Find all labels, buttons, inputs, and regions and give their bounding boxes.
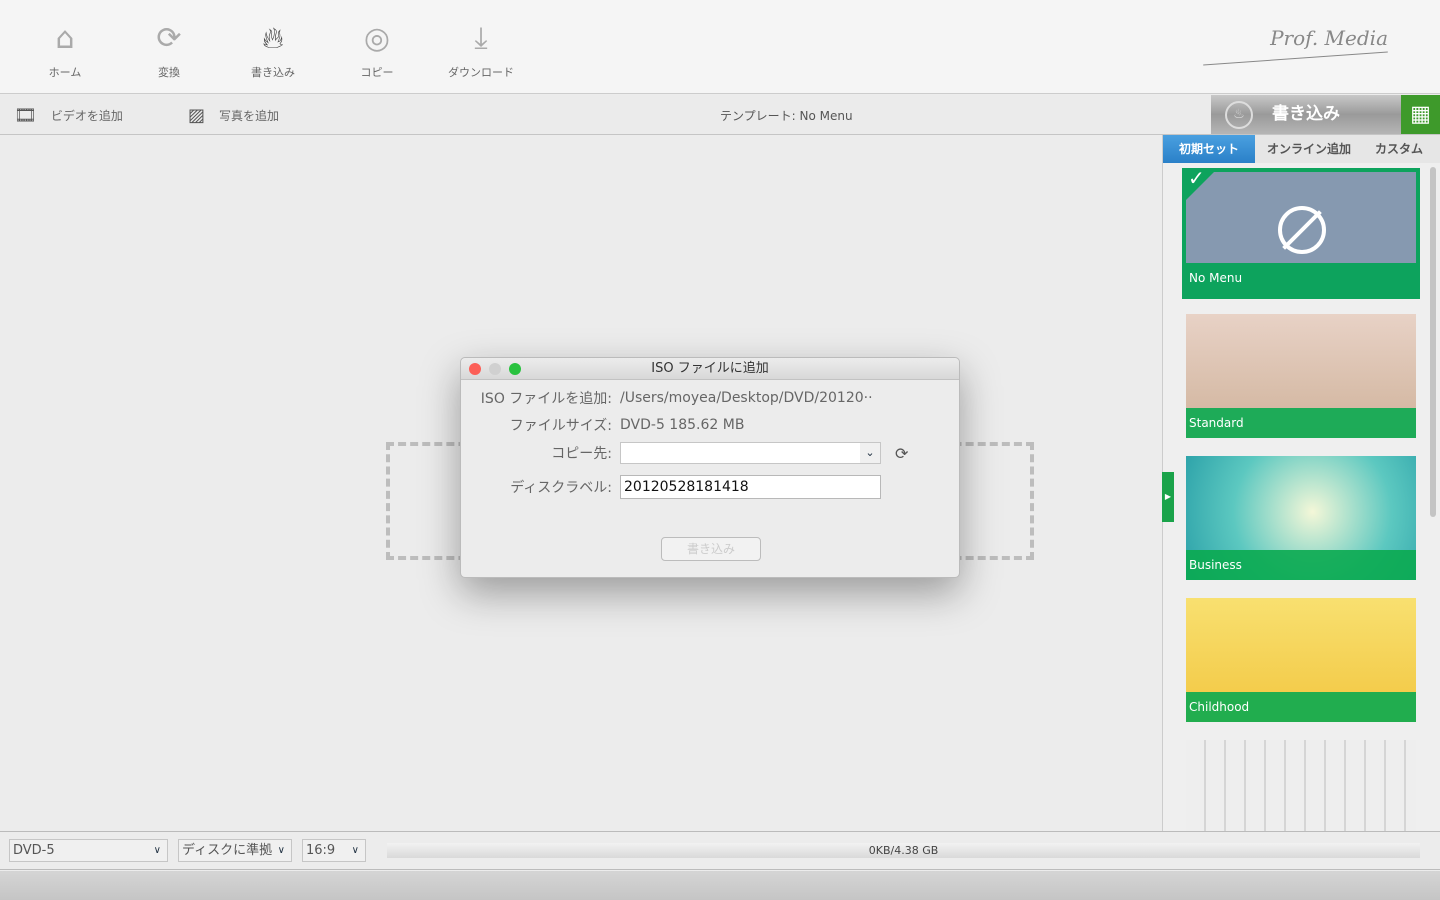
refresh-icon[interactable]: ⟳ (895, 444, 908, 463)
home-icon: ⌂ (55, 21, 75, 56)
chevron-down-icon: ∨ (153, 845, 161, 856)
toolbar-copy[interactable]: ◎ コピー (332, 20, 422, 80)
capacity-bar: 0KB/4.38 GB (387, 843, 1420, 858)
sidebar-toggle[interactable]: ▶ (1162, 472, 1174, 522)
grid-icon: ▦ (1410, 102, 1431, 127)
photo-add-icon: ▨ (188, 105, 206, 126)
aspect-select[interactable]: 16:9 ∨ (302, 839, 366, 862)
tab-custom[interactable]: カスタム (1363, 135, 1435, 163)
iso-label: ISO ファイルを追加: (480, 391, 612, 407)
dest-label: コピー先: (551, 446, 612, 462)
zoom-button[interactable] (509, 363, 521, 375)
toolbar-home[interactable]: ⌂ ホーム (20, 20, 110, 80)
template-standard[interactable]: Standard (1186, 314, 1416, 438)
dialog-title: ISO ファイルに追加 (651, 361, 769, 376)
disc-label-input[interactable]: 20120528181418 (620, 475, 881, 499)
burn-icon: 🔥︎ (261, 21, 285, 56)
logo: Prof. Media (1270, 26, 1388, 50)
disc-type-select[interactable]: DVD-5 ∨ (9, 839, 168, 862)
add-photo-button[interactable]: ▨ 写真を追加 (188, 105, 279, 126)
main-toolbar: ⌂ ホーム ⟳ 変換 🔥︎ 書き込み ◎ コピー ⤓ ダウンロード Prof. Media (0, 0, 1440, 94)
iso-dialog: ISO ファイルに追加 ISO ファイルを追加: /Users/moyea/Des… (460, 357, 960, 578)
window-footer (0, 871, 1440, 900)
close-button[interactable] (469, 363, 481, 375)
no-menu-icon (1278, 206, 1326, 254)
destination-select[interactable]: ⌄ (620, 442, 881, 464)
toolbar-burn[interactable]: 🔥︎ 書き込み (228, 20, 318, 80)
template-wood[interactable] (1186, 740, 1416, 831)
disc-label: ディスクラベル: (510, 480, 612, 496)
template-no-menu[interactable]: ✓ No Menu (1182, 168, 1420, 299)
toolbar-convert[interactable]: ⟳ 変換 (124, 20, 214, 80)
flame-icon: ♨ (1225, 101, 1253, 129)
bottom-bar: DVD-5 ∨ ディスクに準拠 ∨ 16:9 ∨ 0KB/4.38 GB (0, 831, 1440, 870)
dialog-titlebar: ISO ファイルに追加 (461, 358, 959, 380)
dialog-burn-button[interactable]: 書き込み (661, 537, 761, 561)
chevron-down-icon: ⌄ (860, 443, 880, 463)
tab-online[interactable]: オンライン追加 (1255, 135, 1363, 163)
copy-icon: ◎ (363, 21, 391, 56)
template-label: テンプレート: No Menu (720, 109, 853, 123)
film-add-icon: 🎞︎ (14, 105, 37, 126)
sidebar-scrollbar[interactable] (1430, 167, 1436, 517)
toolbar-download[interactable]: ⤓ ダウンロード (436, 20, 526, 80)
template-childhood[interactable]: Childhood (1186, 598, 1416, 722)
action-bar: 🎞︎ ビデオを追加 ▨ 写真を追加 テンプレート: No Menu ♨ 書き込み ▦ (0, 95, 1440, 135)
template-sidebar: 初期セット オンライン追加 カスタム ✓ No Menu Standard Bu… (1162, 135, 1440, 831)
logo-underline (1203, 51, 1388, 66)
iso-path: /Users/moyea/Desktop/DVD/20120·· (620, 390, 873, 406)
size-label: ファイルサイズ: (509, 418, 612, 434)
grid-view-button[interactable]: ▦ (1401, 95, 1440, 134)
template-business[interactable]: Business (1186, 456, 1416, 580)
minimize-button[interactable] (489, 363, 501, 375)
burn-button[interactable]: ♨ 書き込み (1211, 95, 1401, 134)
tab-presets[interactable]: 初期セット (1163, 135, 1255, 163)
download-icon: ⤓ (474, 21, 488, 56)
chevron-down-icon: ∨ (351, 845, 359, 856)
chevron-down-icon: ∨ (277, 845, 285, 856)
size-value: DVD-5 185.62 MB (620, 417, 745, 433)
check-icon: ✓ (1188, 168, 1205, 190)
fit-select[interactable]: ディスクに準拠 ∨ (178, 839, 292, 862)
add-video-button[interactable]: 🎞︎ ビデオを追加 (14, 105, 123, 126)
convert-icon: ⟳ (156, 21, 182, 56)
